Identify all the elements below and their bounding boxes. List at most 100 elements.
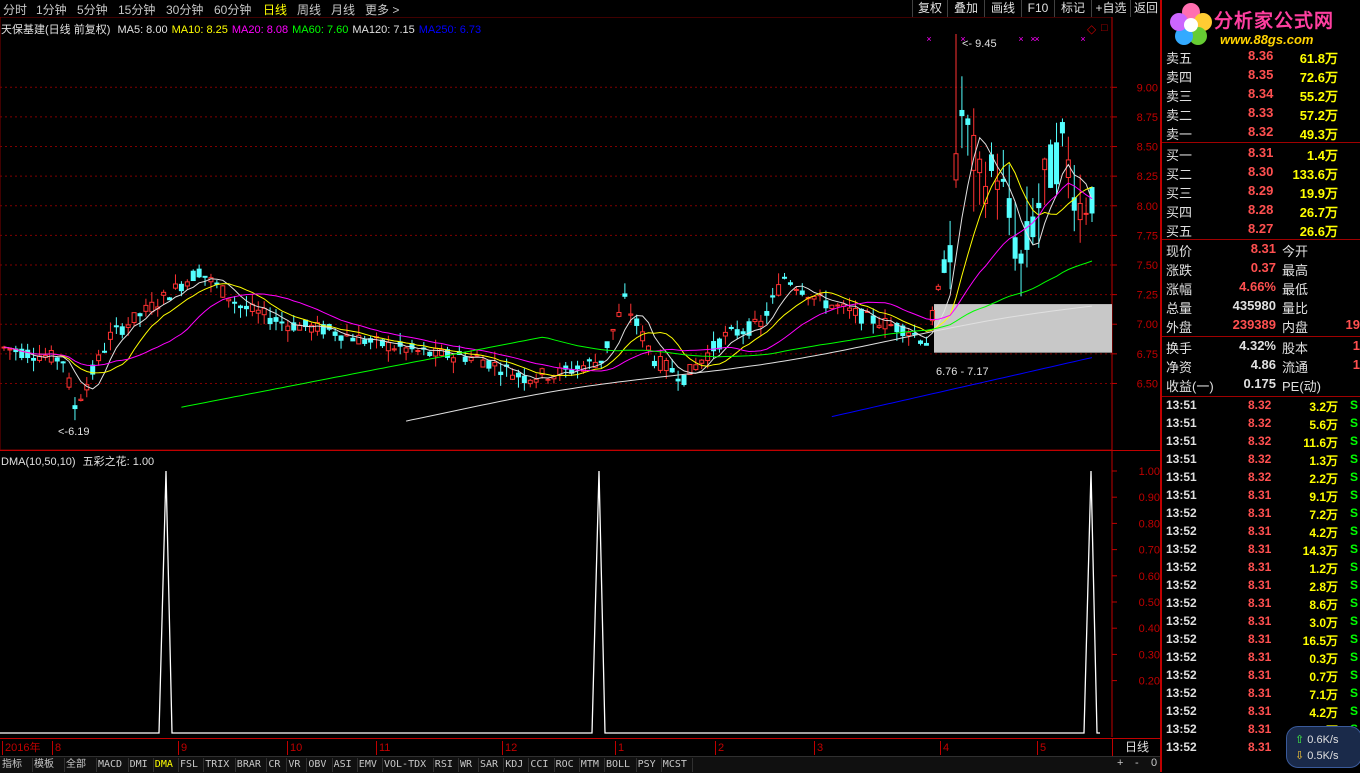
candle-body: [716, 338, 722, 350]
period-tab-30min[interactable]: 30分钟: [166, 1, 203, 18]
ask-row: 卖四 8.35 72.6万: [1166, 67, 1360, 85]
price-tick-label: 8.00: [1137, 201, 1158, 213]
overlay-button[interactable]: 叠加: [947, 0, 984, 17]
indicator-tab[interactable]: OBV: [306, 758, 333, 772]
quote-volume: 61.8万: [1299, 51, 1338, 66]
period-tab-daily[interactable]: 日线: [263, 1, 287, 18]
period-tab-60min[interactable]: 60分钟: [214, 1, 251, 18]
indicator-tick-label: 0.40: [1139, 623, 1160, 635]
candle-body: [994, 180, 1000, 190]
indicator-tab[interactable]: ASI: [332, 758, 358, 772]
adjust-button[interactable]: 复权: [912, 0, 947, 17]
candle-body: [604, 341, 610, 349]
indicator-tab[interactable]: VOL-TDX: [382, 758, 434, 772]
candle-body: [722, 331, 728, 337]
indicator-tab[interactable]: BOLL: [604, 758, 637, 772]
tick-flag: S: [1349, 578, 1358, 592]
diamond-icon[interactable]: ◇: [1087, 22, 1096, 36]
back-button[interactable]: 返回: [1130, 0, 1161, 17]
date-tick-label: 10: [287, 741, 302, 755]
candle-body: [646, 345, 652, 351]
indicator-tab[interactable]: ROC: [554, 758, 580, 772]
tick-row: 13:52 8.31 14.3万 S: [1166, 542, 1360, 560]
indicator-tab[interactable]: MTM: [579, 758, 605, 772]
tick-row: 13:51 8.32 1.3万 S: [1166, 452, 1360, 470]
period-tab-weekly[interactable]: 周线: [297, 1, 321, 18]
candle-body: [935, 285, 941, 290]
tick-flag: S: [1349, 524, 1358, 538]
period-tab-5min[interactable]: 5分钟: [77, 1, 108, 18]
tick-row: 13:52 8.31 8.6万 S: [1166, 596, 1360, 614]
tick-price: 8.31: [1248, 488, 1272, 502]
ask-row: 卖二 8.33 57.2万: [1166, 105, 1360, 123]
candle-body: [232, 301, 238, 304]
tick-row: 13:52 8.31 0.7万 S: [1166, 668, 1360, 686]
candle-body: [403, 347, 409, 353]
zoom-in-button[interactable]: +: [1117, 757, 1123, 769]
draw-line-button[interactable]: 画线: [984, 0, 1021, 17]
tick-price: 8.31: [1248, 668, 1272, 682]
indicator-tab[interactable]: DMA: [153, 758, 179, 772]
candle-body: [835, 304, 841, 307]
candle-body: [450, 357, 456, 363]
candle-body: [297, 325, 303, 331]
indicator-tick-label: 0.20: [1139, 676, 1160, 688]
tick-price: 8.31: [1248, 704, 1272, 718]
period-tab-15min[interactable]: 15分钟: [118, 1, 155, 18]
period-tab-monthly[interactable]: 月线: [331, 1, 355, 18]
indicator-tab[interactable]: 全部: [64, 758, 97, 772]
tick-row: 13:52 8.31 4.2万 S: [1166, 704, 1360, 722]
candle-body: [1059, 122, 1065, 134]
candle-body: [912, 332, 918, 335]
candlestick-chart[interactable]: × × × ×× × 9.008.758.508.258.007.757.507.257…: [0, 17, 1160, 450]
indicator-tab[interactable]: DMI: [128, 758, 154, 772]
candle-body: [137, 313, 143, 317]
candle-body: [634, 318, 640, 326]
tick-time: 13:52: [1166, 704, 1197, 718]
indicator-tab[interactable]: 指标: [0, 758, 33, 772]
indicator-tab[interactable]: EMV: [357, 758, 383, 772]
date-tick-label: 4: [940, 741, 949, 755]
zoom-reset-button[interactable]: 0: [1151, 757, 1157, 769]
zoom-out-button[interactable]: -: [1135, 757, 1139, 769]
candle-body: [918, 340, 924, 344]
indicator-tab[interactable]: FSL: [178, 758, 205, 772]
add-favorite-button[interactable]: +自选: [1091, 0, 1130, 17]
indicator-tab[interactable]: CR: [266, 758, 288, 772]
candle-body: [273, 317, 279, 322]
indicator-tab[interactable]: RSI: [433, 758, 459, 772]
quote-label: 卖四: [1166, 70, 1193, 85]
period-tab-more[interactable]: 更多 >: [365, 1, 399, 18]
f10-button[interactable]: F10: [1021, 0, 1054, 17]
period-tab-fenshi[interactable]: 分时: [3, 1, 27, 18]
indicator-chart[interactable]: 1.00 0.90 0.80 0.70 0.60 0.50 0.40 0.30 0.20: [0, 451, 1160, 737]
indicator-tab[interactable]: KDJ: [503, 758, 530, 772]
candle-body: [107, 331, 113, 340]
indicator-tab[interactable]: CCI: [528, 758, 555, 772]
indicator-tab[interactable]: PSY: [636, 758, 662, 772]
candle-body: [492, 362, 498, 367]
ma-line: [3, 182, 1093, 372]
indicator-tab[interactable]: MCST: [661, 758, 694, 772]
candle-body: [776, 284, 782, 296]
candle-body: [527, 379, 533, 385]
tick-flag: S: [1349, 632, 1358, 646]
tick-time: 13:52: [1166, 722, 1197, 736]
indicator-tab[interactable]: SAR: [478, 758, 505, 772]
candle-body: [480, 359, 486, 368]
stat-label: 现价: [1166, 244, 1193, 259]
indicator-tab[interactable]: 模板: [32, 758, 65, 772]
indicator-tab[interactable]: VR: [286, 758, 308, 772]
period-tab-1min[interactable]: 1分钟: [36, 1, 67, 18]
indicator-tab[interactable]: MACD: [96, 758, 129, 772]
candle-body: [60, 361, 66, 364]
mark-button[interactable]: 标记: [1054, 0, 1091, 17]
tick-time: 13:51: [1166, 434, 1197, 448]
stat-label: 今开: [1282, 244, 1309, 259]
tick-row: 13:52 8.31 2.8万 S: [1166, 578, 1360, 596]
indicator-tab[interactable]: BRAR: [235, 758, 268, 772]
indicator-tab[interactable]: WR: [458, 758, 479, 772]
indicator-tab[interactable]: TRIX: [203, 758, 236, 772]
window-toggle-icon[interactable]: □: [1101, 22, 1108, 34]
quote-volume: 49.3万: [1299, 127, 1338, 142]
